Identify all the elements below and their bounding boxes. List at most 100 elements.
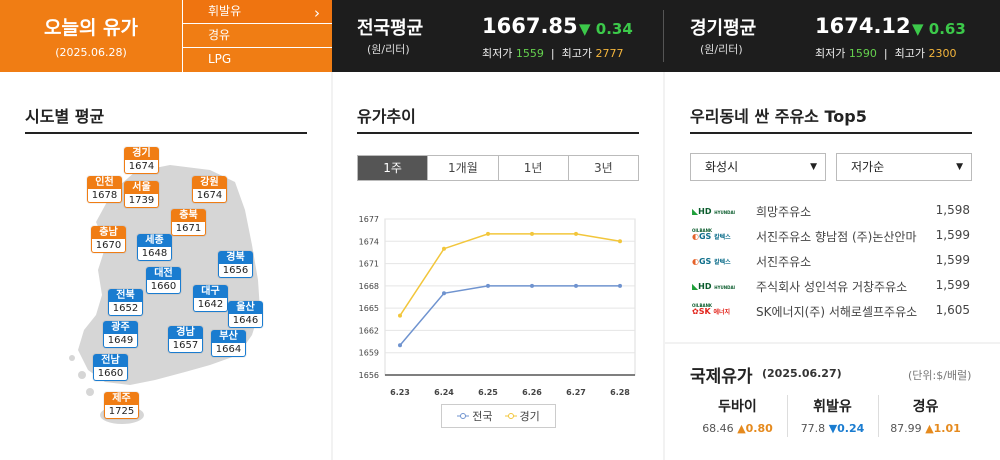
- national-min-max: 최저가 1559 | 최고가 2777: [482, 47, 624, 60]
- gyeonggi-unit: (원/리터): [700, 43, 743, 56]
- data-point: [618, 283, 622, 288]
- region-name: 강원: [192, 176, 227, 189]
- x-tick-label: 6.26: [522, 388, 542, 397]
- station-row[interactable]: ◐GS 칼텍스 서진주유소 향남점 (주)논산안마 1,599: [690, 224, 972, 249]
- today-date: (2025.06.28): [55, 46, 127, 59]
- x-tick-label: 6.28: [610, 388, 630, 397]
- region-value: 1739: [124, 194, 159, 208]
- sk-energy-logo-icon: ✿SK 에너지: [692, 307, 731, 316]
- region-name: 제주: [104, 392, 139, 405]
- x-tick-label: 6.23: [390, 388, 410, 397]
- region-label[interactable]: 대구 1642: [193, 285, 228, 312]
- trend-title: 유가추이: [357, 107, 416, 126]
- tab-1month[interactable]: 1개월: [427, 156, 498, 180]
- national-change: ▼ 0.34: [579, 20, 633, 38]
- legend-label: 전국: [472, 410, 493, 423]
- caret-down-icon: ▼: [956, 162, 963, 172]
- region-label[interactable]: 울산 1646: [228, 301, 263, 328]
- international-date: (2025.06.27): [762, 367, 842, 380]
- region-select-value: 화성시: [705, 160, 739, 174]
- y-tick-label: 1659: [359, 349, 379, 358]
- region-name: 경기: [124, 147, 159, 160]
- region-label[interactable]: 충남 1670: [91, 226, 126, 253]
- station-row[interactable]: ◣HD HYUNDAI OILBANK 주식회사 성인석유 거창주유소 1,59…: [690, 274, 972, 308]
- region-select[interactable]: 화성시 ▼: [690, 153, 826, 181]
- region-name: 대전: [146, 267, 181, 280]
- station-name: SK에너지(주) 서해로셀프주유소: [756, 305, 918, 319]
- header-divider: [663, 10, 664, 62]
- region-name: 전남: [93, 354, 128, 367]
- tab-1week[interactable]: 1주: [358, 156, 428, 180]
- chart-legend: 전국 경기: [441, 404, 556, 428]
- region-label[interactable]: 경기 1674: [124, 147, 159, 174]
- oil-value: 87.99 ▲1.01: [878, 422, 973, 435]
- region-label[interactable]: 충북 1671: [171, 209, 206, 236]
- fuel-tab-lpg[interactable]: LPG: [182, 48, 332, 72]
- sort-select-value: 저가순: [851, 160, 885, 174]
- region-name: 경북: [218, 251, 253, 264]
- data-point: [486, 231, 490, 236]
- region-label[interactable]: 전북 1652: [108, 289, 143, 316]
- region-value: 1652: [108, 302, 143, 316]
- x-tick-label: 6.27: [566, 388, 586, 397]
- data-point: [530, 283, 534, 288]
- region-value: 1642: [193, 298, 228, 312]
- region-label[interactable]: 광주 1649: [103, 321, 138, 348]
- title-underline: [690, 132, 972, 134]
- fuel-tab-label: 휘발유: [208, 4, 242, 18]
- region-name: 서울: [124, 181, 159, 194]
- oil-value: 68.46 ▲0.80: [690, 422, 785, 435]
- region-value: 1678: [87, 189, 122, 203]
- region-name: 충북: [171, 209, 206, 222]
- station-price: 1,598: [935, 203, 970, 217]
- data-point: [398, 343, 402, 348]
- national-price: 1667.85: [482, 14, 578, 38]
- data-point: [618, 239, 622, 244]
- fuel-tab-gasoline[interactable]: 휘발유 ›: [182, 0, 332, 24]
- oil-name: 두바이: [718, 399, 757, 415]
- region-label[interactable]: 강원 1674: [192, 176, 227, 203]
- region-label[interactable]: 인천 1678: [87, 176, 122, 203]
- region-name: 충남: [91, 226, 126, 239]
- region-value: 1648: [137, 247, 172, 261]
- region-label[interactable]: 경북 1656: [218, 251, 253, 278]
- tab-3year[interactable]: 3년: [567, 156, 638, 180]
- data-point: [442, 246, 446, 251]
- legend-item-gyeonggi: 경기: [504, 408, 540, 424]
- plot-area: [384, 218, 636, 376]
- region-label[interactable]: 제주 1725: [104, 392, 139, 419]
- station-row[interactable]: ◣HD HYUNDAI OILBANK 희망주유소 1,598: [690, 199, 972, 233]
- oil-dubai: 두바이 68.46 ▲0.80: [690, 396, 785, 435]
- oil-change: ▲0.80: [737, 422, 773, 435]
- sort-select[interactable]: 저가순 ▼: [836, 153, 972, 181]
- today-title: 오늘의 유가: [43, 17, 138, 39]
- hyundai-oilbank-logo-icon: ◣HD HYUNDAI OILBANK: [692, 207, 736, 233]
- region-label[interactable]: 세종 1648: [137, 234, 172, 261]
- station-price: 1,599: [935, 253, 970, 267]
- region-label[interactable]: 전남 1660: [93, 354, 128, 381]
- station-row[interactable]: ◐GS 칼텍스 서진주유소 1,599: [690, 249, 972, 274]
- region-label[interactable]: 경남 1657: [168, 326, 203, 353]
- min-label: 최저가: [482, 47, 513, 60]
- region-name: 세종: [137, 234, 172, 247]
- region-value: 1657: [168, 339, 203, 353]
- data-point: [398, 313, 402, 318]
- fuel-type-menu: 휘발유 › 경유 LPG: [182, 0, 332, 72]
- today-price-box: 오늘의 유가 (2025.06.28): [0, 0, 182, 72]
- y-tick-label: 1656: [359, 371, 379, 380]
- region-label[interactable]: 서울 1739: [124, 181, 159, 208]
- station-name: 주식회사 성인석유 거창주유소: [756, 280, 908, 294]
- station-row[interactable]: ✿SK 에너지 SK에너지(주) 서해로셀프주유소 1,605: [690, 299, 972, 324]
- tab-1year[interactable]: 1년: [497, 156, 568, 180]
- region-name: 경남: [168, 326, 203, 339]
- oil-change: ▼0.24: [828, 422, 865, 435]
- fuel-tab-diesel[interactable]: 경유: [182, 24, 332, 48]
- region-label[interactable]: 부산 1664: [211, 330, 246, 357]
- hyundai-oilbank-logo-icon: ◣HD HYUNDAI OILBANK: [692, 282, 736, 308]
- region-value: 1660: [146, 280, 181, 294]
- chevron-right-icon: ›: [314, 4, 320, 22]
- station-name: 서진주유소: [756, 255, 812, 269]
- regional-title: 시도별 평균: [25, 107, 105, 126]
- y-tick-label: 1677: [359, 215, 379, 224]
- region-label[interactable]: 대전 1660: [146, 267, 181, 294]
